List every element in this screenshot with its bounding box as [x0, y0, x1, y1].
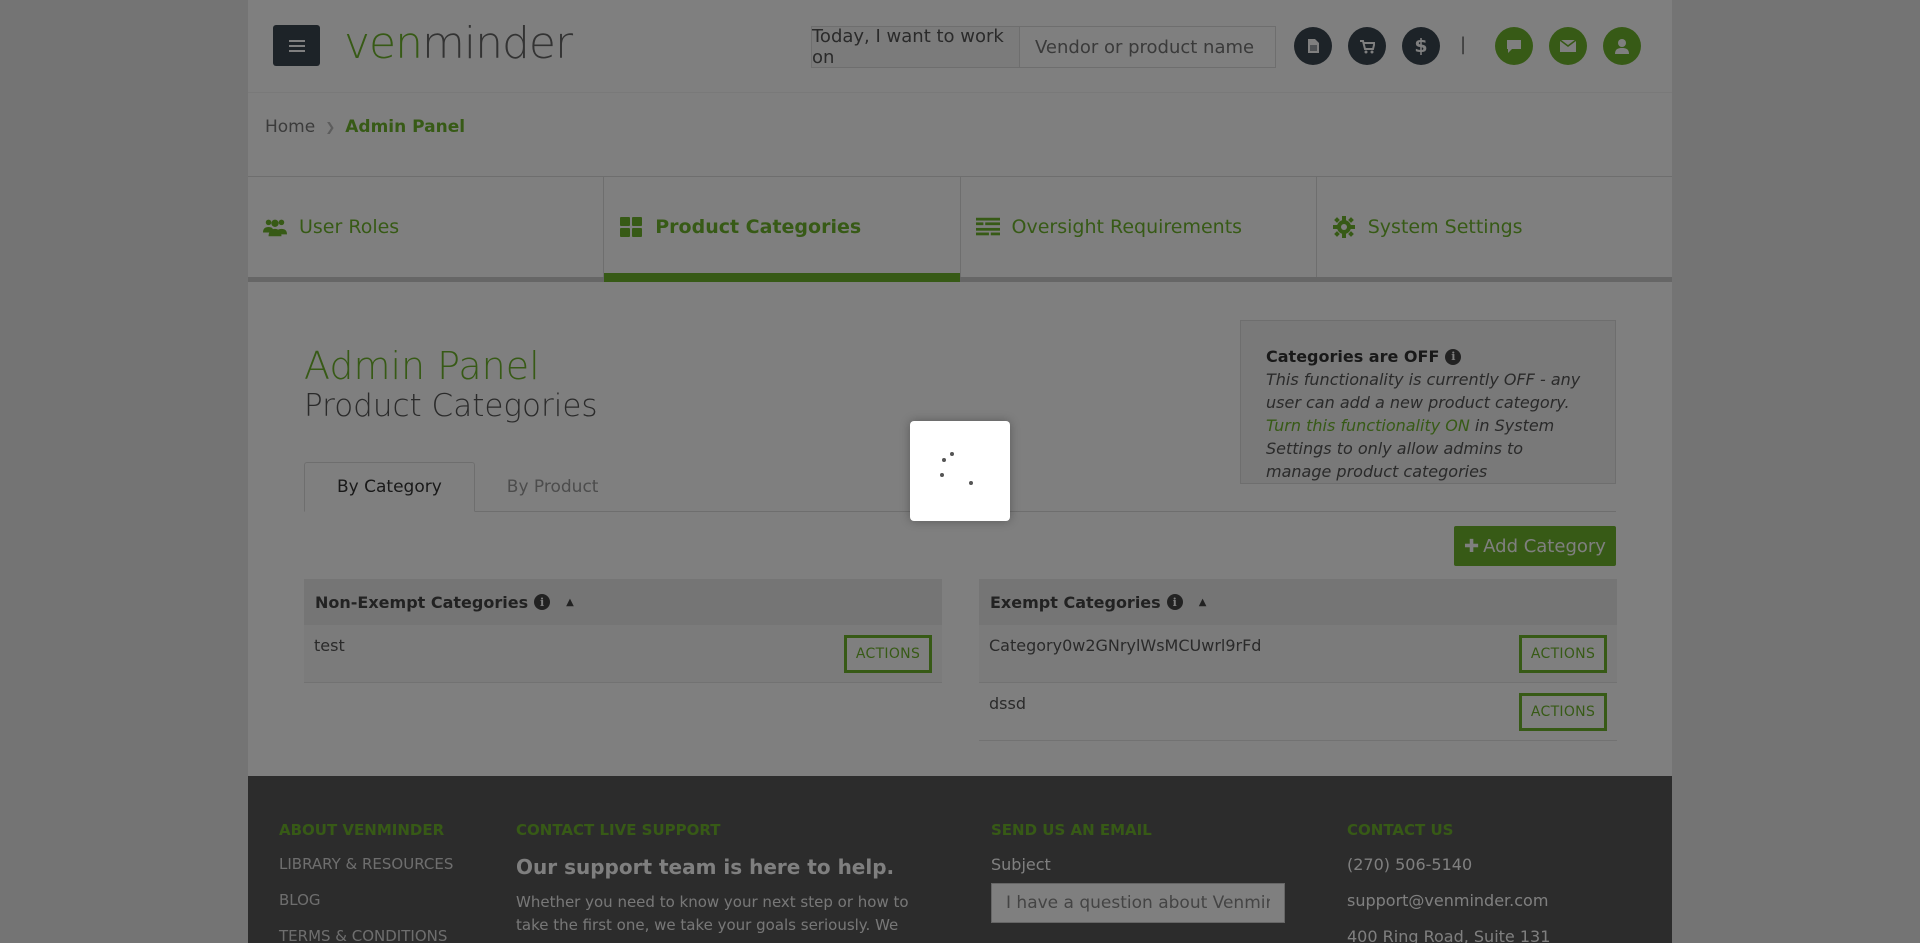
spinner-dot — [950, 452, 954, 456]
loading-spinner — [910, 421, 1010, 521]
loading-overlay — [0, 0, 1920, 943]
spinner-dot — [942, 458, 946, 462]
spinner-dot — [940, 473, 944, 477]
spinner-dot — [969, 481, 973, 485]
